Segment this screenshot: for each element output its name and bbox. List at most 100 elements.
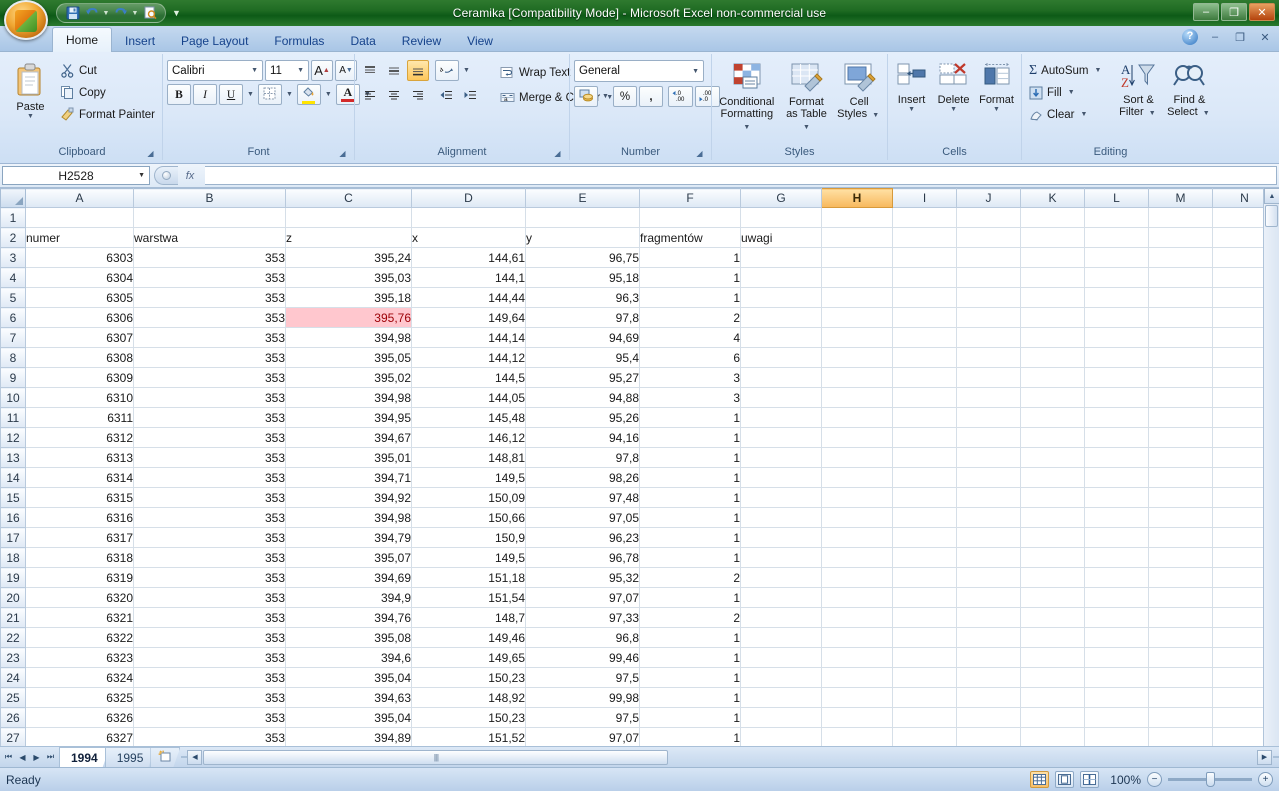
cell-F23[interactable]: 1	[639, 647, 741, 668]
cell-A3[interactable]: 6303	[25, 247, 134, 268]
cell-H3[interactable]	[821, 247, 893, 268]
cell-J1[interactable]	[956, 207, 1021, 228]
cell-G21[interactable]	[740, 607, 822, 628]
row-header-27[interactable]: 27	[0, 727, 26, 746]
cell-K13[interactable]	[1020, 447, 1085, 468]
cell-E17[interactable]: 96,23	[525, 527, 640, 548]
cell-F19[interactable]: 2	[639, 567, 741, 588]
cell-D11[interactable]: 145,48	[411, 407, 526, 428]
cell-M23[interactable]	[1148, 647, 1213, 668]
cell-F20[interactable]: 1	[639, 587, 741, 608]
align-bottom-button[interactable]	[407, 60, 429, 81]
vertical-scroll-thumb[interactable]	[1265, 205, 1278, 227]
cell-F17[interactable]: 1	[639, 527, 741, 548]
cell-G26[interactable]	[740, 707, 822, 728]
cell-F9[interactable]: 3	[639, 367, 741, 388]
cell-G13[interactable]	[740, 447, 822, 468]
column-header-g[interactable]: G	[740, 188, 822, 208]
cell-F27[interactable]: 1	[639, 727, 741, 746]
scroll-up-button[interactable]: ▲	[1264, 188, 1279, 204]
cell-D9[interactable]: 144,5	[411, 367, 526, 388]
cell-G5[interactable]	[740, 287, 822, 308]
cell-F26[interactable]: 1	[639, 707, 741, 728]
cell-G11[interactable]	[740, 407, 822, 428]
font-name-dropdown-icon[interactable]: ▼	[249, 67, 260, 74]
cell-B15[interactable]: 353	[133, 487, 286, 508]
cell-I3[interactable]	[892, 247, 957, 268]
cell-I11[interactable]	[892, 407, 957, 428]
font-dialog-launcher-icon[interactable]: ◢	[337, 148, 348, 159]
increase-decimal-button[interactable]: .0.00	[667, 86, 693, 107]
cell-J23[interactable]	[956, 647, 1021, 668]
cell-E13[interactable]: 97,8	[525, 447, 640, 468]
cell-A17[interactable]: 6317	[25, 527, 134, 548]
cell-L20[interactable]	[1084, 587, 1149, 608]
cell-F18[interactable]: 1	[639, 547, 741, 568]
cell-E6[interactable]: 97,8	[525, 307, 640, 328]
cell-H22[interactable]	[821, 627, 893, 648]
cell-M10[interactable]	[1148, 387, 1213, 408]
cell-B20[interactable]: 353	[133, 587, 286, 608]
cell-J4[interactable]	[956, 267, 1021, 288]
cell-E1[interactable]	[525, 207, 640, 228]
cell-D22[interactable]: 149,46	[411, 627, 526, 648]
cell-J11[interactable]	[956, 407, 1021, 428]
cell-A11[interactable]: 6311	[25, 407, 134, 428]
cell-H21[interactable]	[821, 607, 893, 628]
cell-J3[interactable]	[956, 247, 1021, 268]
cell-F2[interactable]: fragmentów	[639, 227, 741, 248]
cell-L18[interactable]	[1084, 547, 1149, 568]
zoom-out-button[interactable]: −	[1147, 772, 1162, 787]
office-button[interactable]	[4, 0, 48, 40]
cell-I25[interactable]	[892, 687, 957, 708]
cell-A21[interactable]: 6321	[25, 607, 134, 628]
cell-D20[interactable]: 151,54	[411, 587, 526, 608]
cell-I17[interactable]	[892, 527, 957, 548]
cell-G8[interactable]	[740, 347, 822, 368]
cell-K16[interactable]	[1020, 507, 1085, 528]
cell-C10[interactable]: 394,98	[285, 387, 412, 408]
print-preview-icon[interactable]	[141, 5, 158, 22]
cell-G19[interactable]	[740, 567, 822, 588]
cell-L26[interactable]	[1084, 707, 1149, 728]
scroll-left-button[interactable]: ◀	[187, 749, 203, 765]
cell-L22[interactable]	[1084, 627, 1149, 648]
cell-I13[interactable]	[892, 447, 957, 468]
underline-dropdown-icon[interactable]: ▼	[245, 91, 256, 98]
cell-H14[interactable]	[821, 467, 893, 488]
cell-F22[interactable]: 1	[639, 627, 741, 648]
save-icon[interactable]	[64, 5, 81, 22]
row-header-19[interactable]: 19	[0, 567, 26, 588]
cell-E2[interactable]: y	[525, 227, 640, 248]
minimize-button[interactable]: –	[1193, 3, 1219, 21]
row-header-2[interactable]: 2	[0, 227, 26, 248]
cell-A26[interactable]: 6326	[25, 707, 134, 728]
column-header-a[interactable]: A	[25, 188, 134, 208]
cell-C24[interactable]: 395,04	[285, 667, 412, 688]
close-document-button[interactable]: ✕	[1257, 31, 1273, 44]
cell-E15[interactable]: 97,48	[525, 487, 640, 508]
find-select-dropdown-icon[interactable]: ▼	[1201, 110, 1212, 117]
cell-K25[interactable]	[1020, 687, 1085, 708]
cell-B10[interactable]: 353	[133, 387, 286, 408]
sort-filter-button[interactable]: A Z Sort & Filter ▼	[1114, 60, 1162, 118]
cell-E22[interactable]: 96,8	[525, 627, 640, 648]
cell-G7[interactable]	[740, 327, 822, 348]
orientation-button[interactable]: a	[435, 60, 459, 81]
cell-G12[interactable]	[740, 427, 822, 448]
cell-A22[interactable]: 6322	[25, 627, 134, 648]
cell-F12[interactable]: 1	[639, 427, 741, 448]
tab-data[interactable]: Data	[337, 30, 388, 52]
zoom-slider[interactable]: − +	[1147, 772, 1273, 787]
cell-B9[interactable]: 353	[133, 367, 286, 388]
cell-M2[interactable]	[1148, 227, 1213, 248]
formula-bar-toggle[interactable]	[154, 166, 178, 185]
cell-D14[interactable]: 149,5	[411, 467, 526, 488]
cell-L10[interactable]	[1084, 387, 1149, 408]
cell-E24[interactable]: 97,5	[525, 667, 640, 688]
restore-button[interactable]: ❐	[1221, 3, 1247, 21]
row-header-16[interactable]: 16	[0, 507, 26, 528]
cell-J7[interactable]	[956, 327, 1021, 348]
borders-dropdown-icon[interactable]: ▼	[284, 91, 295, 98]
help-icon[interactable]: ?	[1182, 29, 1198, 45]
